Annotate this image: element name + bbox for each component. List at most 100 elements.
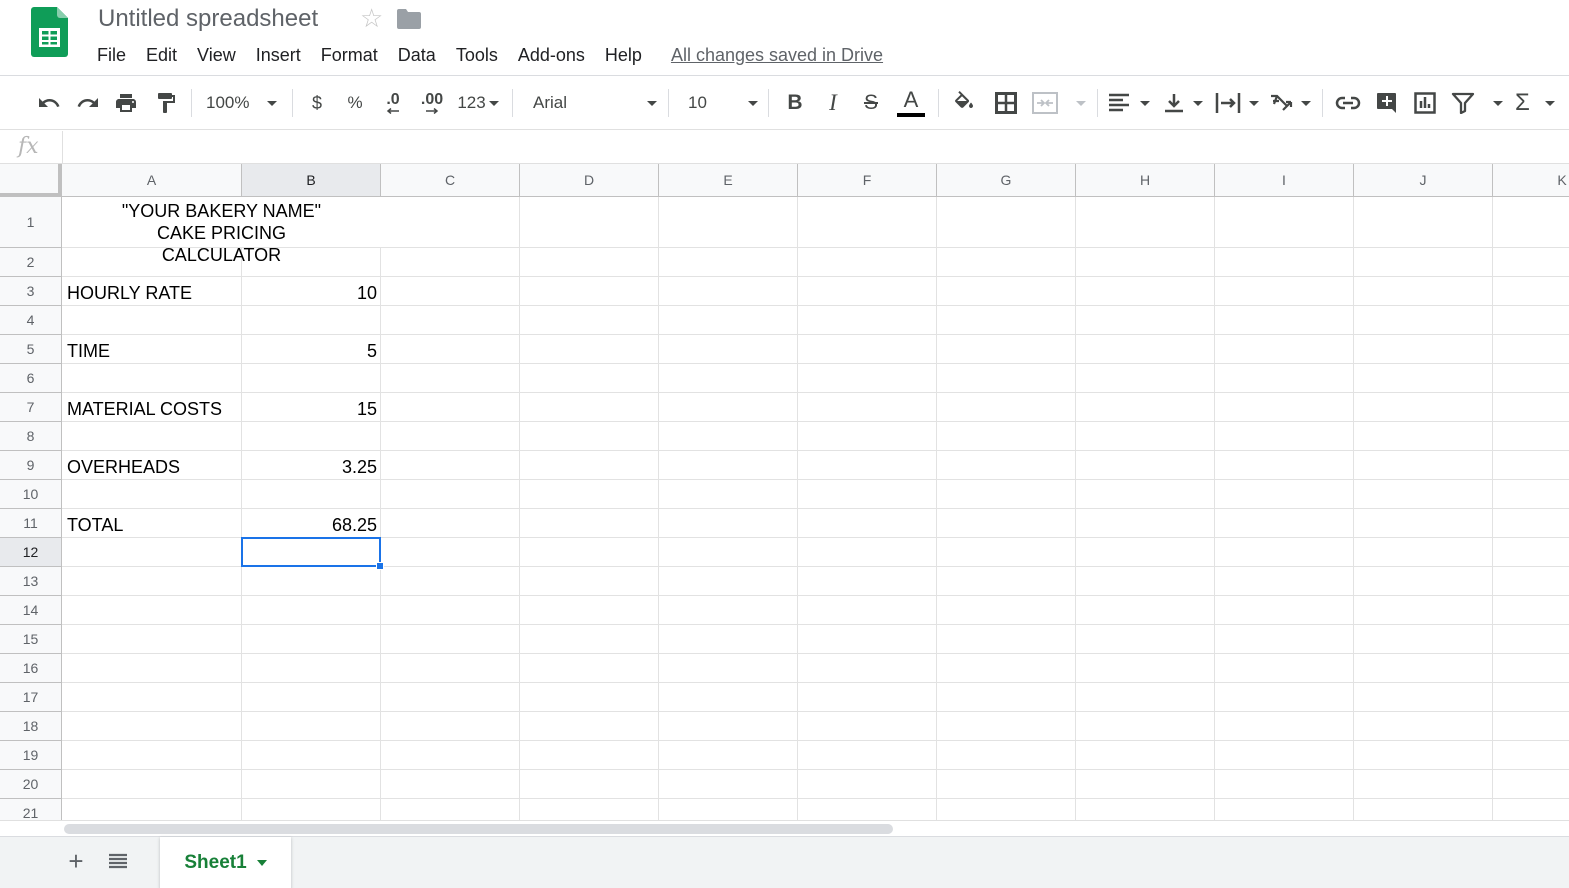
row-header-1[interactable]: 1 [0, 197, 62, 248]
save-status-link[interactable]: All changes saved in Drive [671, 45, 883, 66]
cell-b3[interactable]: 10 [242, 282, 377, 304]
scrollbar-thumb[interactable] [64, 824, 893, 834]
select-all-corner[interactable] [0, 164, 62, 197]
row-header-15[interactable]: 15 [0, 625, 62, 654]
formula-input[interactable] [72, 137, 1472, 159]
folder-icon[interactable] [397, 9, 421, 29]
borders-icon[interactable] [991, 85, 1021, 121]
document-title[interactable]: Untitled spreadsheet [98, 4, 318, 34]
font-size-select[interactable]: 10 [688, 85, 758, 121]
star-icon[interactable]: ☆ [360, 5, 383, 31]
chevron-down-icon [1249, 100, 1259, 106]
cell-b7[interactable]: 15 [242, 398, 377, 420]
row-header-21[interactable]: 21 [0, 799, 62, 820]
column-header-k[interactable]: K [1493, 164, 1569, 197]
strikethrough-icon[interactable]: S [857, 85, 885, 121]
row-header-6[interactable]: 6 [0, 364, 62, 393]
bold-icon[interactable]: B [781, 85, 809, 121]
menu-help[interactable]: Help [605, 43, 642, 67]
insert-comment-icon[interactable] [1373, 85, 1401, 121]
column-header-c[interactable]: C [381, 164, 520, 197]
cell-a7[interactable]: MATERIAL COSTS [67, 398, 222, 420]
row-header-4[interactable]: 4 [0, 306, 62, 335]
text-rotation-icon[interactable] [1269, 85, 1311, 121]
sheet-tab-sheet1[interactable]: Sheet1 [160, 837, 291, 888]
chevron-down-icon[interactable] [256, 860, 267, 866]
menu-view[interactable]: View [197, 43, 236, 67]
gridline-horizontal [62, 392, 1569, 393]
menu-edit[interactable]: Edit [146, 43, 177, 67]
font-family-select[interactable]: Arial [533, 85, 657, 121]
row-header-8[interactable]: 8 [0, 422, 62, 451]
fill-handle[interactable] [376, 562, 384, 570]
column-header-e[interactable]: E [659, 164, 798, 197]
cell-b5[interactable]: 5 [242, 340, 377, 362]
row-header-3[interactable]: 3 [0, 277, 62, 306]
column-header-j[interactable]: J [1354, 164, 1493, 197]
row-header-18[interactable]: 18 [0, 712, 62, 741]
cell-a1-title[interactable]: "YOUR BAKERY NAME" CAKE PRICING CALCULAT… [62, 200, 381, 266]
row-header-16[interactable]: 16 [0, 654, 62, 683]
row-header-2[interactable]: 2 [0, 248, 62, 277]
format-percent-button[interactable]: % [342, 85, 368, 121]
menu-tools[interactable]: Tools [456, 43, 498, 67]
row-header-14[interactable]: 14 [0, 596, 62, 625]
increase-decimal-button[interactable]: .00 [416, 85, 448, 121]
column-header-g[interactable]: G [937, 164, 1076, 197]
row-header-12[interactable]: 12 [0, 538, 62, 567]
cell-b9[interactable]: 3.25 [242, 456, 377, 478]
menu-insert[interactable]: Insert [256, 43, 301, 67]
paint-format-icon[interactable] [151, 85, 181, 121]
column-header-d[interactable]: D [520, 164, 659, 197]
row-header-17[interactable]: 17 [0, 683, 62, 712]
cell-a3[interactable]: HOURLY RATE [67, 282, 192, 304]
menu-add-ons[interactable]: Add-ons [518, 43, 585, 67]
insert-chart-icon[interactable] [1411, 85, 1439, 121]
horizontal-scrollbar[interactable] [0, 820, 1569, 836]
row-header-7[interactable]: 7 [0, 393, 62, 422]
format-currency-button[interactable]: $ [304, 85, 330, 121]
text-color-icon[interactable]: A [896, 85, 926, 121]
decrease-decimal-button[interactable]: .0 [378, 85, 408, 121]
cell-a9[interactable]: OVERHEADS [67, 456, 180, 478]
gridline-horizontal [62, 798, 1569, 799]
row-header-9[interactable]: 9 [0, 451, 62, 480]
row-header-5[interactable]: 5 [0, 335, 62, 364]
sheets-logo-icon[interactable] [31, 7, 68, 57]
cell-a11[interactable]: TOTAL [67, 514, 123, 536]
menu-format[interactable]: Format [321, 43, 378, 67]
vertical-align-icon[interactable] [1163, 85, 1203, 121]
functions-icon[interactable]: Σ [1515, 85, 1555, 121]
insert-link-icon[interactable] [1333, 85, 1363, 121]
row-header-20[interactable]: 20 [0, 770, 62, 799]
all-sheets-button[interactable] [104, 847, 132, 875]
fill-color-icon[interactable] [950, 85, 978, 121]
italic-icon[interactable]: I [819, 85, 847, 121]
merge-cells-icon[interactable] [1032, 85, 1086, 121]
column-header-f[interactable]: F [798, 164, 937, 197]
spreadsheet-grid[interactable]: "YOUR BAKERY NAME" CAKE PRICING CALCULAT… [0, 164, 1569, 820]
cell-b11[interactable]: 68.25 [242, 514, 377, 536]
row-header-11[interactable]: 11 [0, 509, 62, 538]
horizontal-align-icon[interactable] [1108, 85, 1150, 121]
row-header-10[interactable]: 10 [0, 480, 62, 509]
column-header-b[interactable]: B [242, 164, 381, 197]
row-header-13[interactable]: 13 [0, 567, 62, 596]
toolbar-separator [668, 89, 669, 117]
zoom-select[interactable]: 100% [206, 85, 284, 121]
active-cell-selection[interactable] [241, 537, 381, 567]
menu-data[interactable]: Data [398, 43, 436, 67]
cell-a5[interactable]: TIME [67, 340, 110, 362]
undo-icon[interactable] [34, 85, 64, 121]
column-header-i[interactable]: I [1215, 164, 1354, 197]
column-header-a[interactable]: A [62, 164, 242, 197]
more-formats-select[interactable]: 123 [455, 85, 501, 121]
print-icon[interactable] [111, 85, 141, 121]
add-sheet-button[interactable]: + [62, 846, 90, 876]
text-wrap-icon[interactable] [1215, 85, 1259, 121]
redo-icon[interactable] [73, 85, 103, 121]
filter-icon[interactable] [1451, 85, 1503, 121]
menu-file[interactable]: File [97, 43, 126, 67]
column-header-h[interactable]: H [1076, 164, 1215, 197]
row-header-19[interactable]: 19 [0, 741, 62, 770]
